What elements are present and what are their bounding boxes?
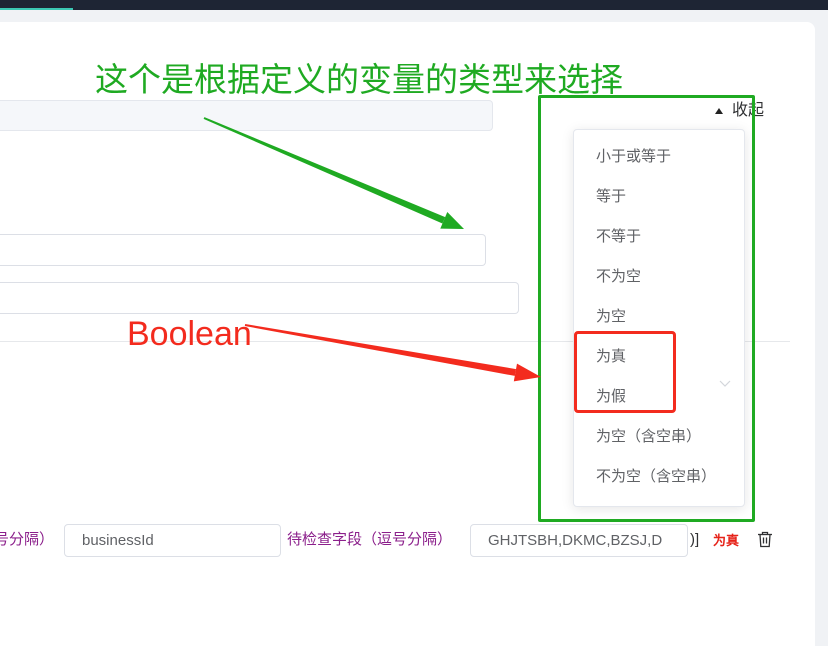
- red-annotation-text: Boolean: [127, 315, 252, 353]
- active-tab-indicator: [0, 8, 73, 10]
- field-name-input[interactable]: [64, 524, 281, 557]
- screen: 收起 小于或等于 等于 不等于 不为空 为空 为真 为假 为空（含空串） 不为空…: [0, 0, 828, 646]
- value-input-field[interactable]: [0, 234, 486, 266]
- trash-icon[interactable]: [757, 531, 773, 548]
- green-annotation-text: 这个是根据定义的变量的类型来选择: [95, 61, 623, 98]
- field-label: 号分隔）: [0, 531, 55, 548]
- top-nav-bar: [0, 0, 828, 10]
- rule-closing-bracket: )]: [690, 531, 700, 548]
- dropdown-highlight-box: [538, 95, 755, 522]
- check-fields-input[interactable]: [470, 524, 688, 557]
- condition-badge: 为真: [713, 533, 740, 548]
- variable-select-field[interactable]: [0, 100, 493, 131]
- check-fields-label: 待检查字段（逗号分隔）: [287, 531, 453, 548]
- description-input-field[interactable]: [0, 282, 519, 314]
